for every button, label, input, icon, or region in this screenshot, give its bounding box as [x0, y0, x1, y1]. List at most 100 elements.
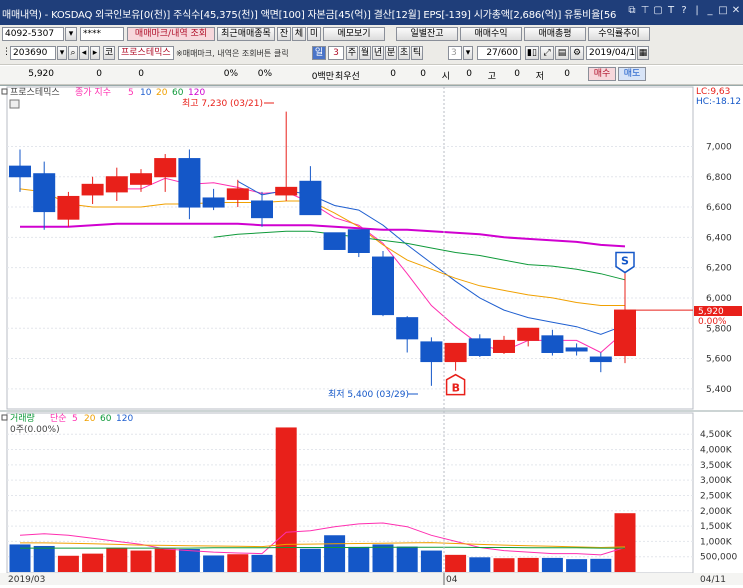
best-quote-value: 0 [390, 69, 396, 79]
font-icon[interactable]: T [666, 5, 676, 17]
stock-toolbar: ⋮ 203690 ▾ ⌕ ◂ ▸ 코 프로스테믹스 ※매매마크, 내역은 조회버… [0, 44, 743, 65]
volume-tick-label: 4,000K [700, 446, 733, 456]
unit-value-field[interactable]: 3 [448, 46, 462, 60]
candle-body [541, 335, 564, 353]
volume-bar [154, 548, 176, 572]
chart-type-icon[interactable]: ▮▯ [525, 46, 539, 60]
trade-profit-button[interactable]: 매매수익 [460, 27, 522, 41]
volume-bar [541, 557, 563, 572]
candle-body [323, 232, 346, 250]
rate-value: 0 [138, 69, 144, 79]
titlebar-icons: ⧉ ⊤ ▢ T ? | _ □ ✕ [627, 5, 741, 17]
page-info-field[interactable]: 27/600 [477, 46, 521, 60]
buy-button[interactable]: 매수 [588, 67, 616, 81]
period-count-field[interactable]: 3 [328, 46, 344, 60]
candle-body [614, 309, 636, 357]
period-year-tab[interactable]: 년 [372, 46, 384, 60]
candle-body [565, 347, 588, 352]
volume-bar [590, 558, 612, 572]
window-titlebar: 매매내역) - KOSDAQ 외국인보유[0(천)] 주식수[45,375(천)… [0, 0, 743, 25]
period-day-tab[interactable]: 일 [312, 46, 326, 60]
trade-summary-button[interactable]: 매매총평 [524, 27, 586, 41]
price-tick-label: 6,000 [706, 294, 732, 304]
pin-icon[interactable]: ⊤ [640, 5, 650, 17]
volume-bar [82, 553, 104, 572]
volume-tick-label: 2,500K [700, 491, 733, 501]
calendar-icon[interactable]: ▦ [637, 46, 649, 60]
unit-dropdown-icon[interactable]: ▾ [463, 46, 473, 60]
query-hint: ※매매마크, 내역은 조회버튼 클릭 [176, 49, 289, 58]
volume-axis-labels: 4,500K 4,000K 3,500K 3,000K 2,500K 2,000K 1,50… [700, 430, 737, 563]
window-icon[interactable]: ▢ [653, 5, 663, 17]
filled-button[interactable]: 체 [292, 27, 306, 41]
high-value: 0 [466, 69, 472, 79]
volume-bar [372, 544, 394, 572]
daily-balance-button[interactable]: 일별잔고 [396, 27, 458, 41]
volume-bar [566, 559, 588, 572]
candle-body [347, 229, 370, 253]
volume-bar [106, 547, 128, 572]
period-minute-tab[interactable]: 분 [385, 46, 397, 60]
next-stock-icon[interactable]: ▸ [90, 46, 100, 60]
period-week-tab[interactable]: 주 [346, 46, 358, 60]
minimize-icon[interactable]: _ [705, 5, 715, 17]
volume-bar [275, 427, 297, 572]
price-tick-label: 5,400 [706, 385, 732, 395]
trade-mark-query-button[interactable]: 매매마크/내역 조회 [127, 27, 215, 41]
candle-body [57, 195, 80, 220]
quote-infobar: 5,920 0 0 0% 0% 0백만 최우선 0 0 시 0 고 0 저 0 … [0, 66, 743, 85]
panel-collapse-icon[interactable] [1, 88, 8, 95]
period-second-tab[interactable]: 초 [398, 46, 410, 60]
help-icon[interactable]: ? [679, 5, 689, 17]
period-tick-tab[interactable]: 틱 [411, 46, 423, 60]
candle-body [202, 197, 225, 208]
candle-body [154, 158, 177, 178]
period-month-tab[interactable]: 월 [359, 46, 371, 60]
volume-bar [227, 554, 249, 572]
expand-icon[interactable]: ⤢ [540, 46, 554, 60]
x-axis-bar [0, 573, 743, 585]
volume-tick-label: 3,500K [700, 461, 733, 471]
memo-view-button[interactable]: 메모보기 [323, 27, 385, 41]
price-legend-stock: 프로스테믹스 [10, 86, 60, 98]
stock-chart[interactable]: 7,0006,8006,6006,4006,2006,0005,8005,600… [0, 86, 743, 585]
indicator-settings-icon[interactable] [9, 99, 20, 109]
recent-trades-button[interactable]: 최근매매종목 [217, 27, 275, 41]
pending-button[interactable]: 미 [307, 27, 321, 41]
prev-stock-icon[interactable]: ◂ [79, 46, 89, 60]
volume-bar [445, 554, 467, 572]
volume-bar [57, 555, 79, 572]
candle-body [105, 176, 128, 193]
save-icon[interactable]: ▤ [555, 46, 569, 60]
maximize-icon[interactable]: □ [718, 5, 728, 17]
volume-bar [203, 555, 225, 572]
price-tick-label: 6,800 [706, 173, 732, 183]
candle-body [299, 180, 322, 216]
candle-body [372, 256, 394, 316]
account-dropdown-icon[interactable]: ▾ [65, 27, 77, 41]
close-value: 0 [564, 69, 570, 79]
pct-value-1: 0% [223, 69, 238, 79]
chart-area[interactable]: 7,000 6,800 6,600 6,400 6,200 6,000 5,800 5,600… [0, 85, 743, 585]
balance-button[interactable]: 잔 [277, 27, 291, 41]
stock-code-input[interactable]: 203690 [10, 46, 56, 60]
settings-gear-icon[interactable]: ⚙ [570, 46, 584, 60]
volume-bar [420, 550, 442, 572]
stock-type-icon[interactable]: 코 [103, 46, 115, 60]
profit-trend-button[interactable]: 수익률추이 [588, 27, 650, 41]
date-field[interactable]: 2019/04/11 [586, 46, 636, 60]
password-field[interactable]: **** [80, 27, 124, 41]
account-select[interactable]: 4092-5307 [2, 27, 64, 41]
search-icon[interactable]: ⌕ [68, 46, 78, 60]
volume-panel-collapse-icon[interactable] [1, 414, 8, 421]
volume-bar [469, 557, 491, 572]
candle-body [396, 317, 419, 340]
volume-bar [299, 548, 321, 572]
window-title: 매매내역) - KOSDAQ 외국인보유[0(천)] 주식수[45,375(천)… [2, 10, 617, 21]
sell-button[interactable]: 매도 [618, 67, 646, 81]
price-ma60-label: 60 [172, 88, 184, 98]
open-value: 0 [420, 69, 426, 79]
copy-icon[interactable]: ⧉ [627, 5, 637, 17]
code-dropdown-icon[interactable]: ▾ [57, 46, 67, 60]
close-icon[interactable]: ✕ [731, 5, 741, 17]
